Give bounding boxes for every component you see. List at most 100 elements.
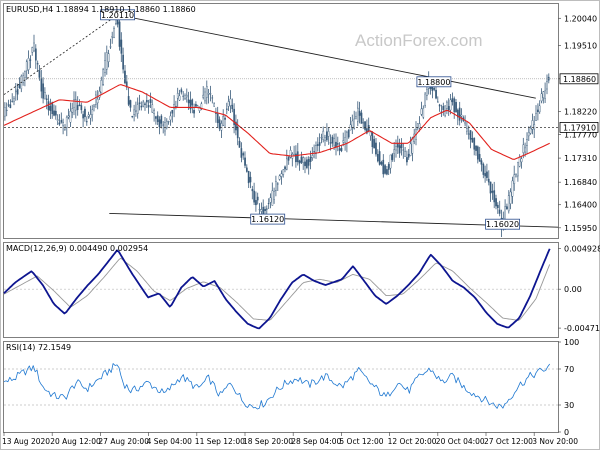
candle-body <box>386 169 388 175</box>
candle-body <box>491 190 494 193</box>
candle-body <box>349 124 352 131</box>
candle-body <box>433 87 435 90</box>
candle-body <box>406 157 408 163</box>
candle-body <box>286 158 288 170</box>
price-annotation: 1.18800 <box>416 76 452 88</box>
candle-body <box>153 110 155 114</box>
candle-body <box>193 109 195 114</box>
candle-body <box>524 147 526 153</box>
x-tick-label: 3 Nov 20:00 <box>532 437 578 446</box>
candle-body <box>91 109 94 115</box>
price-y-tick-label: 1.16400 <box>564 201 597 210</box>
candle-body <box>467 133 470 135</box>
price-y-tick-label: 1.18220 <box>564 108 597 117</box>
candle-body <box>473 137 476 150</box>
candle-body <box>367 125 370 132</box>
candle-body <box>215 112 217 114</box>
price-highlight-label: 1.18860 <box>563 75 596 84</box>
candle-body <box>49 106 52 112</box>
candle-body <box>409 143 412 156</box>
candle-body <box>4 107 6 117</box>
candle-body <box>149 99 152 104</box>
candle-body <box>453 98 456 112</box>
candle-body <box>526 138 528 146</box>
candle-body <box>167 121 170 123</box>
candle-body <box>182 95 184 97</box>
candle-body <box>278 175 281 180</box>
candle-body <box>373 139 375 149</box>
rsi-y-tick-label: 0 <box>564 428 569 437</box>
candle-body <box>495 198 497 207</box>
candle-body <box>437 101 439 103</box>
candle-body <box>207 92 210 95</box>
candle-body <box>245 167 248 172</box>
candle-body <box>14 90 17 93</box>
candle-body <box>225 108 228 110</box>
rsi-panel <box>3 341 559 433</box>
candle-body <box>29 59 32 61</box>
candle-body <box>142 101 144 107</box>
candle-body <box>256 196 259 201</box>
candle-body <box>164 122 166 132</box>
candle-body <box>76 105 79 111</box>
candle-body <box>466 128 468 132</box>
candle-body <box>507 195 510 212</box>
candle-body <box>422 108 425 118</box>
rsi-header: RSI(14) 72.1549 <box>6 343 71 352</box>
candle-body <box>105 52 108 70</box>
candle-body <box>216 113 219 124</box>
candle-body <box>144 103 146 105</box>
candle-body <box>78 104 81 106</box>
candle-body <box>227 101 230 107</box>
candle-body <box>96 98 99 104</box>
candle-body <box>442 106 445 110</box>
candle-body <box>134 110 137 112</box>
candle-body <box>7 104 10 106</box>
candle-body <box>133 109 135 115</box>
candle-body <box>47 101 50 111</box>
candle-body <box>53 110 55 116</box>
macd-y-tick-label: 0.004928 <box>564 245 600 254</box>
candle-body <box>222 116 224 126</box>
candle-body <box>393 149 395 154</box>
candle-body <box>27 58 30 70</box>
candle-body <box>65 117 68 128</box>
chart-canvas: ActionForex.com 1.201101.188001.161201.1… <box>0 0 600 450</box>
candle-body <box>55 110 57 116</box>
candle-body <box>471 137 474 143</box>
candle-body <box>24 71 26 78</box>
candle-body <box>11 100 13 102</box>
candle-body <box>369 131 372 136</box>
candle-body <box>449 99 452 111</box>
candle-body <box>120 39 123 54</box>
candle-body <box>109 46 112 48</box>
candle-body <box>260 209 263 212</box>
candle-body <box>287 156 290 161</box>
price-highlight-label: 1.17910 <box>563 123 596 132</box>
candle-body <box>511 180 514 197</box>
price-y-tick-label: 1.17310 <box>564 154 597 163</box>
candle-body <box>138 102 141 104</box>
macd-header: MACD(12,26,9) 0.004490 0.002954 <box>6 244 148 253</box>
candle-body <box>398 145 401 154</box>
candle-body <box>513 174 516 184</box>
candle-body <box>113 28 115 38</box>
candle-body <box>329 142 332 144</box>
candle-body <box>85 121 88 123</box>
candle-body <box>251 189 254 192</box>
candle-body <box>309 156 312 162</box>
candle-body <box>346 131 348 144</box>
candle-body <box>35 48 37 61</box>
candle-body <box>187 99 190 104</box>
candle-body <box>544 90 546 100</box>
candle-body <box>180 89 183 93</box>
candle-body <box>160 115 163 124</box>
x-tick-label: 27 Oct 12:00 <box>484 437 533 446</box>
candle-body <box>176 92 179 99</box>
candle-body <box>426 89 428 97</box>
rsi-y-tick-label: 30 <box>564 401 574 410</box>
candle-body <box>151 104 154 113</box>
candle-body <box>40 78 43 92</box>
candle-body <box>338 148 341 151</box>
candle-body <box>229 98 232 106</box>
